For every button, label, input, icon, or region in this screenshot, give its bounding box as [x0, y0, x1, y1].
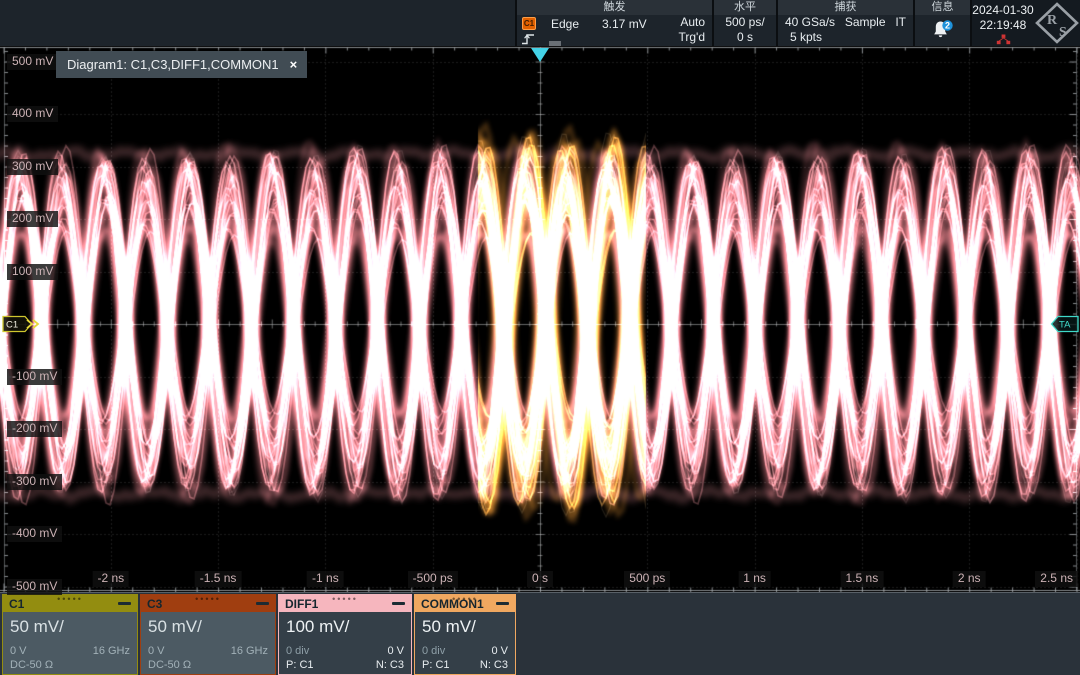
trigger-level-marker-ta[interactable]: TA	[1050, 315, 1079, 338]
x-axis-label: 500 ps	[624, 571, 670, 587]
svg-text:C1: C1	[6, 320, 18, 331]
trigger-section-header: 触发	[517, 0, 712, 15]
rohde-schwarz-logo: R S	[1034, 0, 1080, 46]
channel-offset-marker-c1[interactable]: C1	[2, 315, 44, 338]
x-axis-label: 0 s	[527, 571, 553, 587]
x-axis-label: -500 ps	[408, 571, 458, 587]
y-axis-label: -100 mV	[7, 369, 62, 385]
coupling-value: DC-50 Ω	[148, 658, 191, 672]
top-status-bar: 触发 C1 Edge 3.17 mV Auto Trg'd 水平	[0, 0, 1080, 46]
x-axis-label: 2 ns	[953, 571, 986, 587]
timebase-position: 0 s	[714, 30, 776, 45]
trigger-position-handle[interactable]	[549, 41, 561, 46]
trigger-section[interactable]: 触发 C1 Edge 3.17 mV Auto Trg'd	[515, 0, 712, 46]
channel-badge-c1[interactable]: C1••••• 50 mV/ 0 V16 GHz DC-50 Ω	[2, 594, 138, 675]
y-axis-label: -300 mV	[7, 474, 62, 490]
offset-value: 0 V	[148, 644, 165, 658]
bandwidth-value: 16 GHz	[231, 644, 268, 658]
acquisition-section-header: 捕获	[778, 0, 913, 15]
x-axis-label: 1 ns	[738, 571, 771, 587]
system-time: 22:19:48	[972, 18, 1034, 33]
acquisition-section[interactable]: 捕获 40 GSa/s Sample IT 5 kpts	[776, 0, 913, 46]
negative-source: N: C3	[480, 658, 508, 672]
notification-count: 2	[944, 21, 949, 31]
vertical-scale: 50 mV/	[148, 617, 268, 637]
svg-text:TA: TA	[1059, 320, 1071, 331]
trigger-state: Trg'd	[678, 30, 705, 45]
grip-dots-icon: •••••	[195, 594, 221, 604]
negative-source: N: C3	[376, 658, 404, 672]
horizontal-section[interactable]: 水平 500 ps/ 0 s	[712, 0, 776, 46]
grip-dots-icon: •••••	[452, 594, 478, 604]
trigger-source-chip[interactable]: C1	[522, 17, 536, 30]
diagram-tab[interactable]: Diagram1: C1,C3,DIFF1,COMMON1 ×	[56, 51, 307, 78]
topbar-empty-area	[0, 0, 515, 46]
minimize-icon[interactable]	[392, 602, 405, 605]
channel-badge-diff1[interactable]: DIFF1••••• 100 mV/ 0 div0 V P: C1N: C3	[278, 594, 412, 675]
grip-dots-icon: •••••	[57, 594, 83, 604]
diagram-tab-close-icon[interactable]: ×	[290, 57, 298, 72]
svg-text:R: R	[1047, 13, 1058, 28]
diagram1-plot-area[interactable]: Diagram1: C1,C3,DIFF1,COMMON1 × 500 mV 40…	[0, 46, 1080, 592]
y-axis-label: 100 mV	[7, 264, 58, 280]
offset-value: 0 V	[10, 644, 27, 658]
y-axis-label: 500 mV	[7, 54, 58, 70]
waveform-canvas[interactable]	[0, 46, 1080, 592]
svg-text:S: S	[1059, 25, 1067, 40]
timebase-scale: 500 ps/	[714, 15, 776, 30]
trigger-mode: Auto	[678, 15, 705, 30]
minimize-icon[interactable]	[496, 602, 509, 605]
bandwidth-value: 16 GHz	[93, 644, 130, 658]
coupling-value: DC-50 Ω	[10, 658, 53, 672]
info-section[interactable]: 信息 2	[913, 0, 970, 46]
clock-logo-block: 2024-01-30 22:19:48 R S	[970, 0, 1080, 46]
y-axis-label: -400 mV	[7, 526, 62, 542]
horizontal-section-header: 水平	[714, 0, 776, 15]
x-axis-label: 2.5 ns	[1035, 571, 1078, 587]
sample-rate: 40 GSa/s	[785, 15, 835, 30]
oscilloscope-screen: 触发 C1 Edge 3.17 mV Auto Trg'd 水平	[0, 0, 1080, 675]
x-axis-label: -2 ns	[92, 571, 129, 587]
acquisition-flag: IT	[895, 15, 906, 30]
acquisition-mode: Sample	[845, 15, 886, 30]
diagram-tab-label: Diagram1: C1,C3,DIFF1,COMMON1	[67, 57, 279, 72]
y-axis-label: 300 mV	[7, 159, 58, 175]
positive-source: P: C1	[422, 658, 450, 672]
y-axis-label: 400 mV	[7, 106, 58, 122]
trigger-type: Edge	[551, 17, 579, 31]
system-date: 2024-01-30	[972, 3, 1034, 18]
vertical-scale: 50 mV/	[10, 617, 130, 637]
vertical-scale: 100 mV/	[286, 617, 404, 637]
minimize-icon[interactable]	[118, 602, 131, 605]
offset-value: 0 V	[491, 644, 508, 658]
y-axis-label: 200 mV	[7, 211, 58, 227]
offset-value: 0 V	[387, 644, 404, 658]
record-length: 5 kpts	[778, 30, 913, 45]
y-axis-label: -500 mV	[7, 579, 62, 595]
vertical-scale: 50 mV/	[422, 617, 508, 637]
channel-badge-c3[interactable]: C3••••• 50 mV/ 0 V16 GHz DC-50 Ω	[140, 594, 276, 675]
x-axis-label: -1.5 ns	[195, 571, 242, 587]
trigger-level: 3.17 mV	[602, 17, 647, 31]
position-value: 0 div	[286, 644, 309, 658]
signal-bar: C1••••• 50 mV/ 0 V16 GHz DC-50 Ω C3•••••…	[0, 592, 1080, 675]
x-axis-label: -1 ns	[307, 571, 344, 587]
info-section-header: 信息	[915, 0, 970, 15]
minimize-icon[interactable]	[256, 602, 269, 605]
notification-bell-icon[interactable]: 2	[930, 18, 956, 45]
trigger-position-marker-icon[interactable]	[530, 47, 550, 68]
position-value: 0 div	[422, 644, 445, 658]
x-axis-label: 1.5 ns	[841, 571, 884, 587]
grip-dots-icon: •••••	[332, 594, 358, 604]
channel-badge-common1[interactable]: COMMON1••••• 50 mV/ 0 div0 V P: C1N: C3	[414, 594, 516, 675]
y-axis-label: -200 mV	[7, 421, 62, 437]
positive-source: P: C1	[286, 658, 314, 672]
